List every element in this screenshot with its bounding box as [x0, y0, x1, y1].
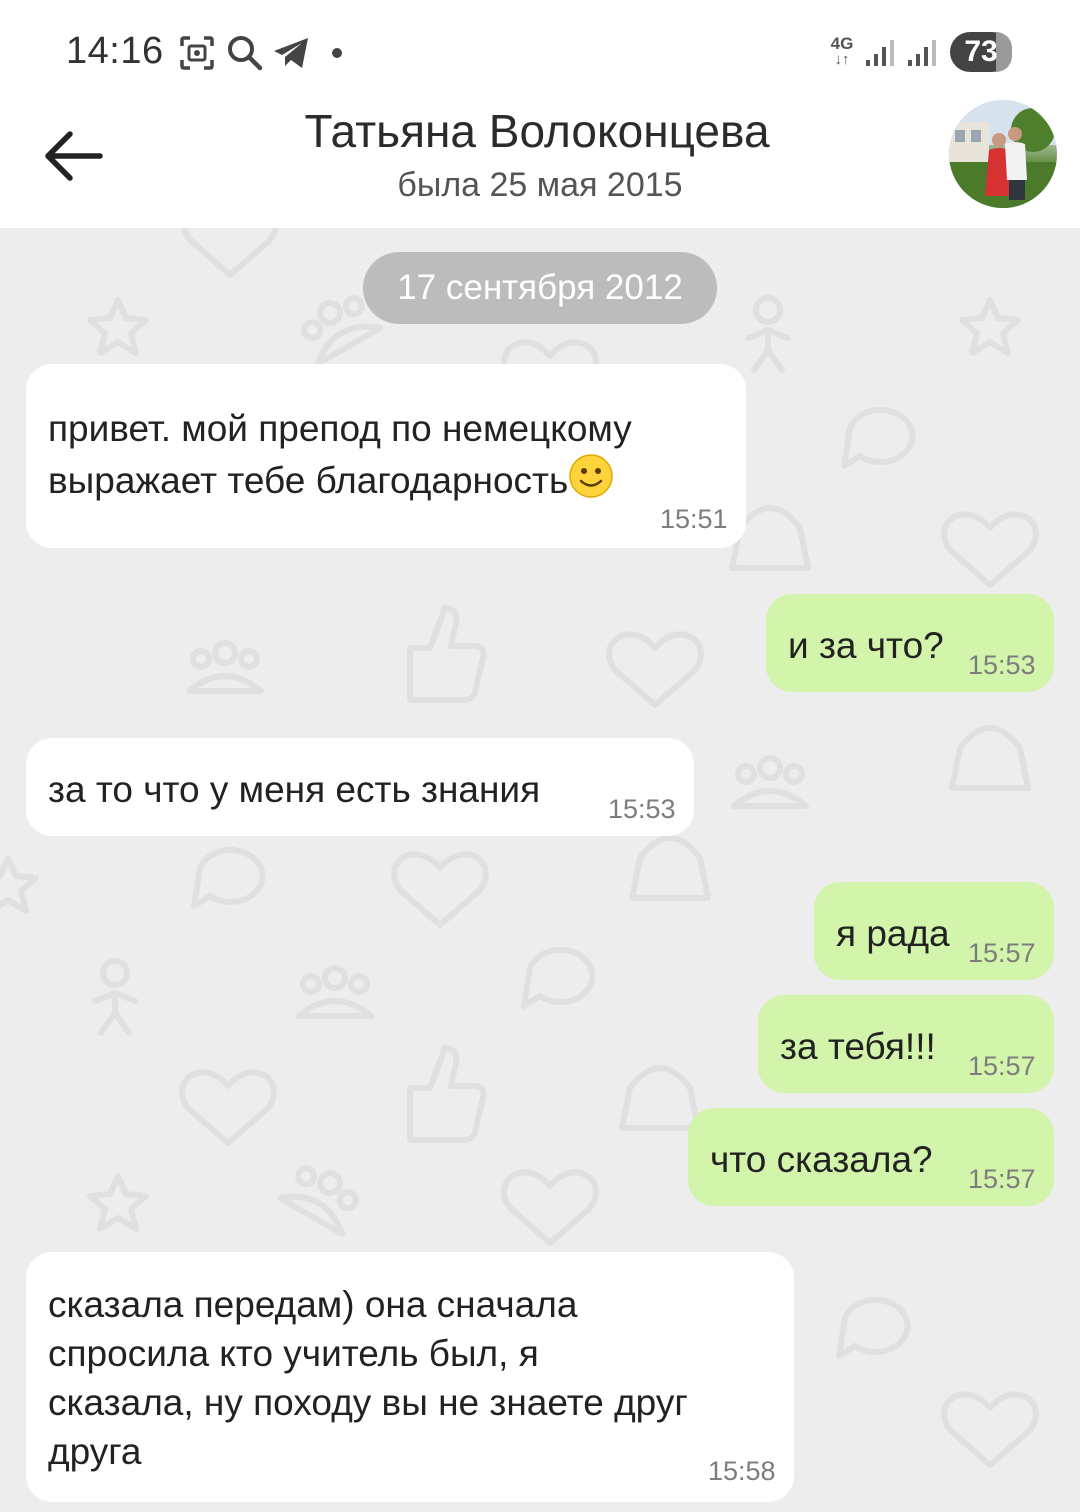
message-text: привет. мой препод по немецкому выражает…: [48, 408, 632, 501]
message-time: 15:51: [660, 504, 728, 534]
signal-icon: [866, 40, 894, 66]
message-outgoing[interactable]: за тебя!!! 15:57: [758, 995, 1054, 1093]
message-incoming[interactable]: сказала передам) она сначала спросила кт…: [26, 1252, 794, 1502]
message-text: за тебя!!!: [780, 1026, 936, 1067]
battery-indicator: 73: [950, 32, 1012, 72]
status-bar: 14:16 4G ↓↑ 73: [0, 0, 1080, 100]
message-outgoing[interactable]: я рада 15:57: [814, 882, 1054, 980]
message-text: за то что у меня есть знания: [48, 769, 541, 810]
message-text: и за что?: [788, 625, 944, 666]
date-separator: 17 сентября 2012: [363, 252, 717, 324]
contact-name[interactable]: Татьяна Волоконцева: [0, 104, 1080, 158]
message-text: сказала передам) она сначала спросила кт…: [48, 1284, 688, 1472]
chat-area[interactable]: 17 сентября 2012 привет. мой препод по н…: [0, 228, 1080, 1512]
last-seen-status: была 25 мая 2015: [397, 166, 683, 204]
message-text: я рада: [836, 913, 950, 954]
message-time: 15:57: [968, 1164, 1036, 1194]
signal-icon-2: [908, 40, 936, 66]
screenshot-icon: [180, 36, 214, 70]
telegram-icon: [274, 38, 308, 68]
avatar-photo: [949, 100, 1057, 208]
battery-level: 73: [964, 35, 998, 68]
message-time: 15:53: [968, 650, 1036, 680]
network-type: 4G ↓↑: [830, 34, 854, 68]
message-time: 15:57: [968, 1051, 1036, 1081]
notification-dot-icon: [332, 48, 342, 58]
search-icon: [228, 36, 263, 71]
message-time: 15:57: [968, 938, 1036, 968]
message-time: 15:53: [608, 794, 676, 824]
status-time: 14:16: [66, 30, 164, 72]
message-time: 15:58: [708, 1456, 776, 1486]
avatar[interactable]: [949, 100, 1057, 208]
slightly-smiling-face-icon: [569, 454, 614, 498]
message-incoming[interactable]: за то что у меня есть знания 15:53: [26, 738, 694, 836]
chat-header: Татьяна Волоконцева была 25 мая 2015: [0, 100, 1080, 228]
message-outgoing[interactable]: и за что? 15:53: [766, 594, 1054, 692]
message-outgoing[interactable]: что сказала? 15:57: [688, 1108, 1054, 1206]
message-incoming[interactable]: привет. мой препод по немецкому выражает…: [26, 364, 746, 548]
message-text: что сказала?: [710, 1139, 933, 1180]
